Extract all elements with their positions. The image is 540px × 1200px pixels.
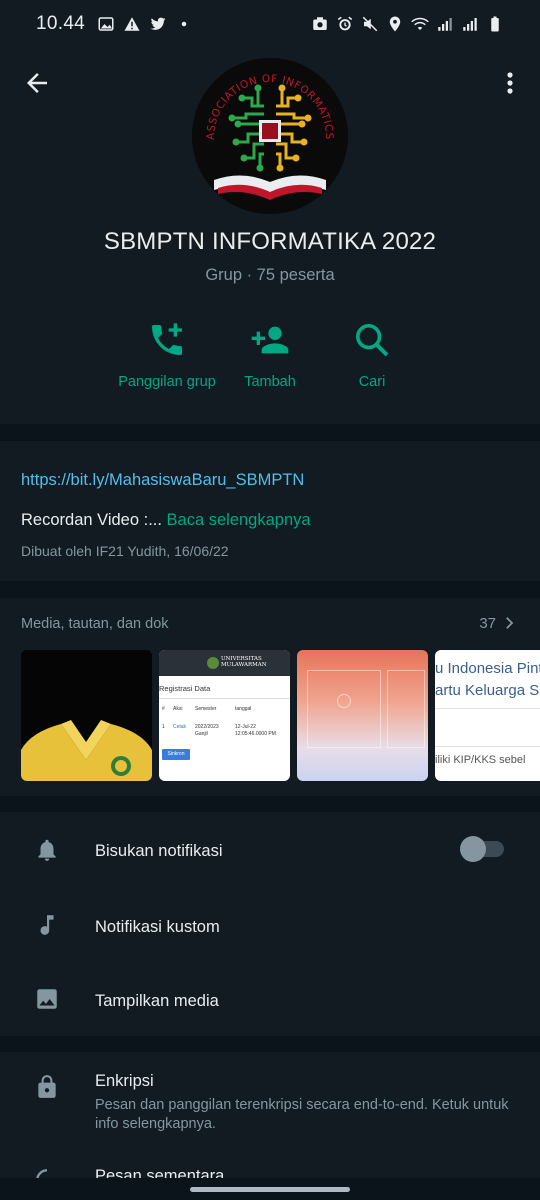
search-icon <box>356 324 389 357</box>
media-thumbnail[interactable] <box>21 650 152 781</box>
setting-label: Notifikasi kustom <box>95 918 220 936</box>
thumb-text: u Indonesia Pint <box>435 660 540 677</box>
description-link[interactable]: https://bit.ly/MahasiswaBaru_SBMPTN <box>21 471 304 490</box>
notification-settings: Bisukan notifikasi Notifikasi kustom Tam… <box>0 812 540 1036</box>
media-count-button[interactable]: 37 <box>479 614 518 632</box>
more-vert-icon <box>507 72 513 94</box>
location-icon <box>386 15 404 33</box>
thumb-cell: 2022/2023 Ganjil <box>195 724 219 737</box>
encryption-description: Pesan dan panggilan terenkripsi secara e… <box>95 1097 509 1132</box>
thumb-button: Sinkron <box>162 749 190 760</box>
alarm-icon <box>336 15 354 33</box>
image-icon <box>37 989 57 1009</box>
search-button[interactable]: Cari <box>312 316 432 406</box>
signal-icon <box>461 15 479 33</box>
media-thumbnail[interactable] <box>297 650 428 781</box>
custom-notifications-row[interactable]: Notifikasi kustom <box>0 888 540 962</box>
dot-icon <box>175 15 193 33</box>
action-label: Cari <box>358 374 386 390</box>
chevron-right-icon <box>506 617 514 629</box>
group-info: Grup · 75 peserta <box>205 266 335 284</box>
mute-toggle[interactable] <box>460 836 504 862</box>
image-icon <box>97 15 115 33</box>
setting-label: Tampilkan media <box>95 992 219 1010</box>
association-logo: ASSOCIATION OF INFORMATICS <box>192 58 348 214</box>
media-section: Media, tautan, dan dok 37 UNIVERSITAS MU… <box>0 598 540 796</box>
thumb-col: Semester <box>195 706 217 712</box>
media-thumbnail[interactable]: UNIVERSITAS MULAWARMAN Registrasi Data #… <box>159 650 290 781</box>
status-bar: 10.44 <box>0 0 540 48</box>
thumb-cell: 12-Jul-22 12:05:46.0000 PM <box>235 724 276 737</box>
music-note-icon <box>40 915 54 935</box>
thumb-cell: 1 <box>162 724 165 730</box>
description-text: Recordan Video :... Baca selengkapnya <box>21 511 311 530</box>
lock-icon <box>38 1075 56 1098</box>
home-gesture-handle[interactable] <box>190 1187 350 1192</box>
placeholder-icon <box>337 694 351 708</box>
warning-icon <box>123 15 141 33</box>
media-thumbnails: UNIVERSITAS MULAWARMAN Registrasi Data #… <box>21 650 540 782</box>
media-count: 37 <box>479 614 496 632</box>
thumb-col: tanggal <box>235 706 252 712</box>
call-add-icon <box>152 323 182 355</box>
group-header: ASSOCIATION OF INFORMATICS SBMPTN INFORM… <box>0 48 540 424</box>
back-button[interactable] <box>22 68 52 98</box>
encryption-title: Enkripsi <box>95 1072 154 1090</box>
bell-icon <box>38 839 56 861</box>
signal-icon <box>436 15 454 33</box>
read-more-link[interactable]: Baca selengkapnya <box>167 511 311 529</box>
group-name: SBMPTN INFORMATIKA 2022 <box>103 228 437 255</box>
camera-icon <box>311 15 329 33</box>
photo-portrait <box>21 650 152 781</box>
thumb-cell: Cetak <box>173 724 187 730</box>
description-body: Recordan Video :... <box>21 511 162 529</box>
action-row: Panggilan grup Tambah Cari <box>0 316 540 406</box>
thumb-header: UNIVERSITAS MULAWARMAN <box>221 656 267 668</box>
thumb-col: # <box>162 706 165 712</box>
wifi-icon <box>411 15 429 33</box>
arrow-back-icon <box>27 73 47 93</box>
university-logo-icon <box>207 657 219 669</box>
media-title: Media, tautan, dan dok <box>21 616 169 632</box>
media-visibility-row[interactable]: Tampilkan media <box>0 962 540 1036</box>
group-description: https://bit.ly/MahasiswaBaru_SBMPTN Reco… <box>0 441 540 581</box>
toggle-knob <box>460 836 486 862</box>
mute-icon <box>361 15 379 33</box>
thumb-col: Aksi <box>173 706 183 712</box>
media-thumbnail[interactable]: u Indonesia Pint artu Keluarga S iliki K… <box>435 650 540 781</box>
battery-icon <box>486 15 504 33</box>
navigation-bar <box>0 1178 540 1200</box>
thumb-section: Registrasi Data <box>159 684 211 693</box>
created-by: Dibuat oleh IF21 Yudith, 16/06/22 <box>21 543 229 559</box>
action-label: Panggilan grup <box>118 374 216 390</box>
group-avatar[interactable]: ASSOCIATION OF INFORMATICS <box>192 58 348 214</box>
twitter-icon <box>149 15 167 33</box>
setting-label: Bisukan notifikasi <box>95 842 223 860</box>
more-options-button[interactable] <box>498 68 522 98</box>
thumb-text: artu Keluarga S <box>435 682 540 699</box>
thumb-text: iliki KIP/KKS sebel <box>435 754 526 766</box>
status-time: 10.44 <box>36 13 86 34</box>
person-add-icon <box>251 326 289 354</box>
group-call-button[interactable]: Panggilan grup <box>107 316 227 406</box>
mute-notifications-row[interactable]: Bisukan notifikasi <box>0 812 540 886</box>
